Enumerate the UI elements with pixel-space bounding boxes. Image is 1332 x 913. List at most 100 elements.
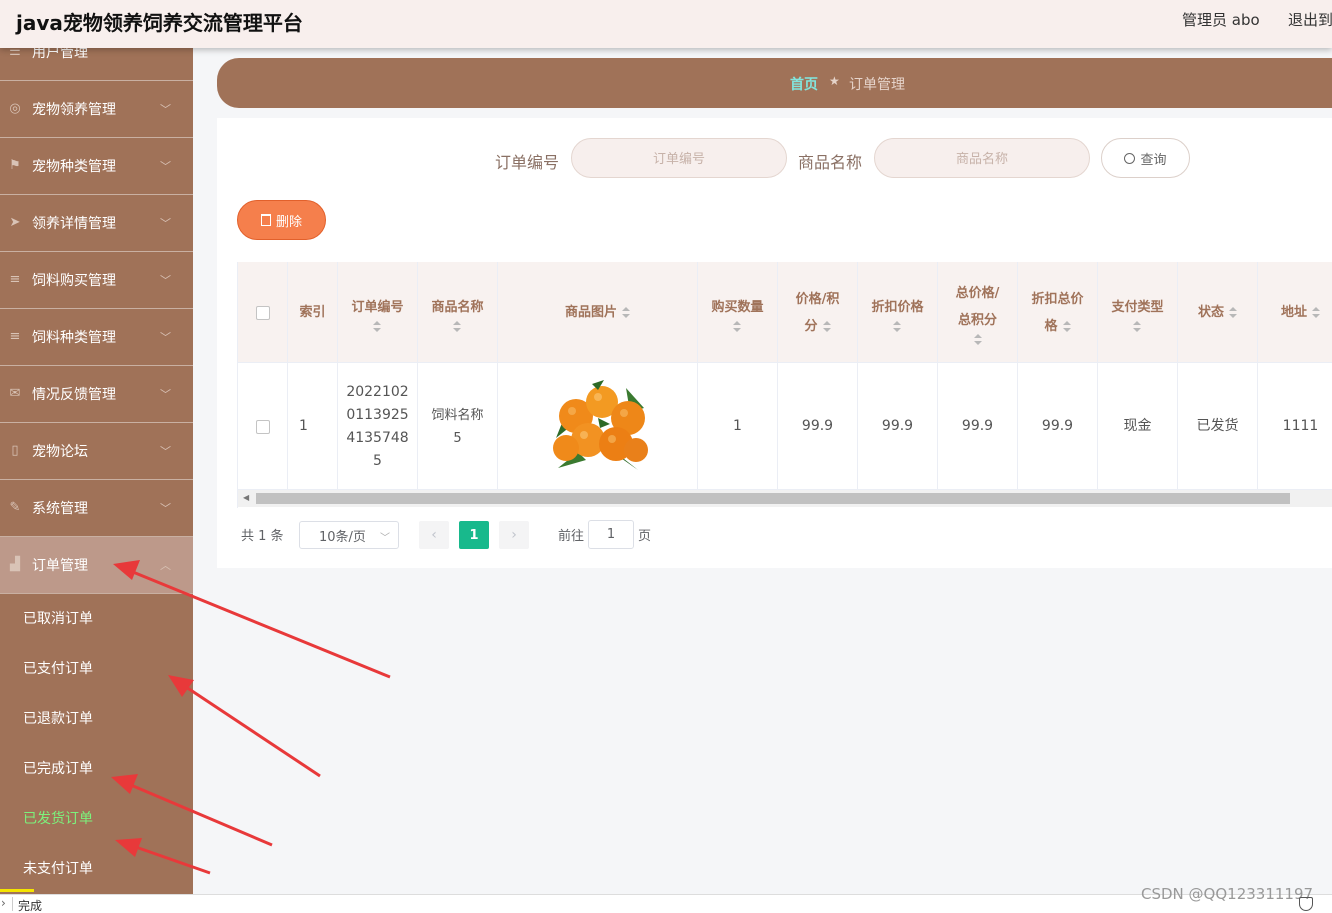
column-header-product-image[interactable]: 商品图片 bbox=[498, 262, 698, 363]
chevron-down-icon: ﹀ bbox=[380, 533, 390, 544]
column-header-discount-total[interactable]: 折扣总价格 bbox=[1018, 262, 1098, 363]
order-no-line: 4135748 bbox=[346, 429, 409, 446]
app-title: java宠物领养饲养交流管理平台 bbox=[16, 11, 303, 35]
product-name-line: 饲料名称 bbox=[431, 407, 484, 423]
column-label: 商品名称 bbox=[431, 299, 484, 315]
page-suffix: 页 bbox=[638, 529, 652, 544]
sidebar-item-user[interactable]: ☰ 用户管理 bbox=[0, 48, 193, 81]
logout-link[interactable]: 退出到 bbox=[1288, 9, 1332, 30]
sidebar-item-label: 用户管理 bbox=[32, 48, 88, 61]
cell-status: 已发货 bbox=[1178, 363, 1258, 490]
column-label: 支付类型 bbox=[1111, 299, 1164, 315]
sort-icon[interactable] bbox=[822, 320, 831, 332]
column-header-quantity[interactable]: 购买数量 bbox=[698, 262, 778, 363]
column-label: 订单编号 bbox=[351, 299, 404, 315]
submenu-completed-orders[interactable]: 已完成订单 bbox=[0, 743, 193, 793]
sort-icon[interactable] bbox=[973, 334, 982, 345]
submenu-label: 未支付订单 bbox=[23, 861, 93, 877]
sidebar-item-pet-adoption[interactable]: ◎ 宠物领养管理 ﹀ bbox=[0, 81, 193, 138]
shop-icon: ▟ bbox=[10, 557, 20, 572]
shield-icon bbox=[1299, 897, 1313, 911]
order-no-input[interactable] bbox=[571, 138, 787, 178]
query-button[interactable]: 查询 bbox=[1101, 138, 1190, 178]
goto-label: 前往 bbox=[558, 529, 585, 544]
sort-icon[interactable] bbox=[1062, 320, 1071, 332]
column-label: 索引 bbox=[299, 305, 326, 320]
breadcrumb: 首页 ★ 订单管理 bbox=[217, 58, 1332, 108]
product-name-line: 5 bbox=[453, 430, 462, 446]
order-no-line: 5 bbox=[373, 452, 382, 469]
chevron-right-icon[interactable]: › bbox=[1, 896, 6, 910]
sidebar-item-adoption-detail[interactable]: ➤ 领养详情管理 ﹀ bbox=[0, 195, 193, 252]
sort-icon[interactable] bbox=[373, 320, 382, 332]
submenu-paid-orders[interactable]: 已支付订单 bbox=[0, 643, 193, 693]
submenu-label: 已支付订单 bbox=[23, 661, 93, 677]
chevron-up-icon: ︿ bbox=[160, 559, 171, 572]
sidebar-item-label: 领养详情管理 bbox=[32, 216, 116, 232]
scrollbar-thumb[interactable] bbox=[256, 493, 1290, 504]
sort-icon[interactable] bbox=[1133, 320, 1142, 332]
column-label: 状态 bbox=[1197, 305, 1224, 320]
sidebar-item-system[interactable]: ✎ 系统管理 ﹀ bbox=[0, 480, 193, 537]
column-header-discount-price[interactable]: 折扣价格 bbox=[858, 262, 938, 363]
sidebar-item-feedback[interactable]: ✉ 情况反馈管理 ﹀ bbox=[0, 366, 193, 423]
status-bar: › 完成 bbox=[0, 894, 1332, 913]
row-checkbox[interactable] bbox=[255, 419, 270, 434]
pagination-total: 共 1 条 bbox=[241, 529, 284, 544]
product-image-tangerines[interactable] bbox=[547, 377, 648, 476]
sort-icon[interactable] bbox=[1312, 307, 1320, 318]
list-icon: ≡ bbox=[9, 329, 21, 344]
sort-icon[interactable] bbox=[453, 320, 462, 332]
star-icon: ★ bbox=[829, 74, 840, 88]
column-header-index: 索引 bbox=[288, 262, 338, 363]
sidebar-item-feed-purchase[interactable]: ≡ 饲料购买管理 ﹀ bbox=[0, 252, 193, 309]
microphone-icon: ▯ bbox=[11, 443, 19, 458]
sort-icon[interactable] bbox=[622, 307, 630, 318]
column-header-total-price[interactable]: 总价格/总积分 bbox=[938, 262, 1018, 363]
goto-page-input[interactable]: 1 bbox=[588, 520, 634, 549]
column-header-order-no[interactable]: 订单编号 bbox=[338, 262, 418, 363]
chevron-down-icon: ﹀ bbox=[160, 217, 171, 230]
mail-icon: ✉ bbox=[9, 386, 21, 401]
submenu-refunded-orders[interactable]: 已退款订单 bbox=[0, 693, 193, 743]
submenu-cancelled-orders[interactable]: 已取消订单 bbox=[0, 593, 193, 643]
sidebar-item-forum[interactable]: ▯ 宠物论坛 ﹀ bbox=[0, 423, 193, 480]
divider bbox=[12, 897, 13, 911]
sort-icon[interactable] bbox=[893, 320, 902, 332]
chevron-down-icon: ﹀ bbox=[160, 331, 171, 344]
scroll-left-icon[interactable]: ◀ bbox=[243, 493, 249, 502]
focus-indicator bbox=[0, 889, 34, 892]
submenu-shipped-orders[interactable]: 已发货订单 bbox=[0, 793, 193, 843]
table-row: 1 2022102 0113925 4135748 5 饲料名称 5 1 99.… bbox=[238, 363, 1332, 490]
column-header-product-name[interactable]: 商品名称 bbox=[418, 262, 498, 363]
delete-button[interactable]: 删除 bbox=[237, 200, 326, 240]
sidebar-item-orders[interactable]: ▟ 订单管理 ︿ bbox=[0, 537, 193, 594]
horizontal-scrollbar[interactable]: ◀ bbox=[238, 490, 1332, 507]
sort-icon[interactable] bbox=[1229, 307, 1237, 318]
sidebar-item-label: 饲料种类管理 bbox=[32, 330, 116, 346]
sidebar-item-label: 系统管理 bbox=[32, 501, 88, 517]
submenu-label: 已发货订单 bbox=[23, 811, 93, 827]
page-number-current[interactable]: 1 bbox=[459, 521, 489, 549]
row-select-cell bbox=[238, 363, 288, 490]
sidebar-item-feed-category[interactable]: ≡ 饲料种类管理 ﹀ bbox=[0, 309, 193, 366]
breadcrumb-home[interactable]: 首页 bbox=[790, 74, 818, 94]
table-header: 索引 订单编号 商品名称 商品图片 购买数量 价格/积分 折扣价格 总价格/总积… bbox=[238, 262, 1332, 363]
current-user: 管理员 abo bbox=[1182, 11, 1260, 29]
product-name-input[interactable] bbox=[874, 138, 1090, 178]
select-all-checkbox[interactable] bbox=[255, 305, 270, 320]
page-size-select[interactable]: 10条/页 ﹀ bbox=[299, 521, 399, 549]
column-header-pay-type[interactable]: 支付类型 bbox=[1098, 262, 1178, 363]
column-header-status[interactable]: 状态 bbox=[1178, 262, 1258, 363]
cell-discount-price: 99.9 bbox=[858, 363, 938, 490]
product-name-label: 商品名称 bbox=[798, 153, 863, 172]
sidebar-item-pet-category[interactable]: ⚑ 宠物种类管理 ﹀ bbox=[0, 138, 193, 195]
sliders-icon: ☰ bbox=[9, 48, 21, 59]
cell-index: 1 bbox=[288, 363, 338, 490]
submenu-unpaid-orders[interactable]: 未支付订单 bbox=[0, 843, 193, 893]
next-page-button[interactable]: › bbox=[499, 521, 529, 549]
sort-icon[interactable] bbox=[733, 320, 742, 332]
column-header-address[interactable]: 地址 bbox=[1258, 262, 1332, 363]
prev-page-button[interactable]: ‹ bbox=[419, 521, 449, 549]
column-header-price[interactable]: 价格/积分 bbox=[778, 262, 858, 363]
